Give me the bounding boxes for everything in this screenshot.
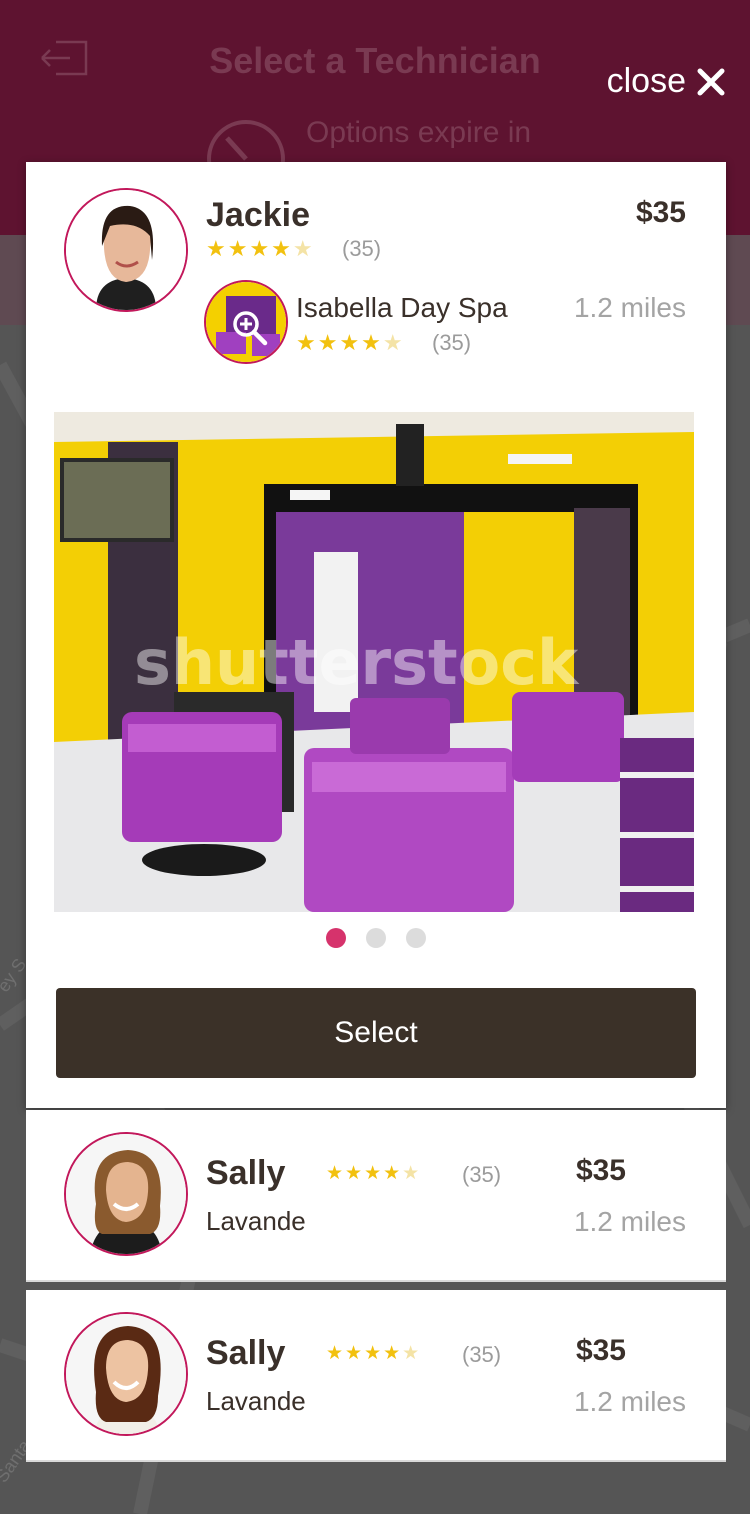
close-button[interactable]: close — [607, 62, 726, 101]
technician-name: Jackie — [206, 196, 310, 234]
technician-salon: Lavande — [206, 1386, 306, 1416]
carousel-dot-2[interactable] — [366, 928, 386, 948]
technician-name: Sally — [206, 1154, 286, 1192]
spa-rating-stars: ★★★★★ — [296, 330, 405, 355]
select-button[interactable]: Select — [56, 988, 696, 1078]
zoom-in-icon[interactable] — [232, 310, 268, 346]
carousel-indicator — [26, 928, 726, 948]
spa-distance: 1.2 miles — [573, 292, 686, 323]
technician-salon: Lavande — [206, 1206, 306, 1236]
technician-distance: 1.2 miles — [573, 1386, 686, 1417]
carousel-dot-1[interactable] — [326, 928, 346, 948]
expire-text: Options expire in — [306, 116, 532, 149]
technician-avatar — [64, 188, 188, 312]
technician-rating-count: (35) — [462, 1342, 502, 1367]
technician-avatar — [64, 1132, 188, 1256]
carousel-dot-3[interactable] — [406, 928, 426, 948]
close-label: close — [606, 62, 686, 100]
photo-watermark: shutterstock — [134, 626, 580, 699]
technician-price: $35 — [635, 196, 686, 229]
salon-photo[interactable]: shutterstock — [54, 412, 694, 912]
technician-rating-stars: ★★★★★ — [326, 1163, 422, 1184]
technician-avatar — [64, 1312, 188, 1436]
technician-price: $35 — [575, 1334, 626, 1367]
spa-rating-count: (35) — [432, 330, 472, 355]
technician-price: $35 — [575, 1154, 626, 1187]
spa-name[interactable]: Isabella Day Spa — [296, 292, 508, 324]
technician-rating-stars: ★★★★★ — [206, 236, 315, 261]
technician-list-item[interactable]: Sally ★★★★★ (35) Lavande $35 1.2 miles — [26, 1290, 726, 1462]
technician-name: Sally — [206, 1334, 286, 1372]
technician-rating-stars: ★★★★★ — [326, 1343, 422, 1364]
technician-rating-count: (35) — [462, 1162, 502, 1187]
technician-list-item[interactable]: Sally ★★★★★ (35) Lavande $35 1.2 miles — [26, 1110, 726, 1282]
technician-distance: 1.2 miles — [573, 1206, 686, 1237]
technician-detail-card: Jackie ★★★★★ (35) $35 Isabella Day Spa 1… — [26, 162, 726, 1108]
close-icon — [697, 68, 725, 95]
technician-rating-count: (35) — [342, 236, 382, 261]
